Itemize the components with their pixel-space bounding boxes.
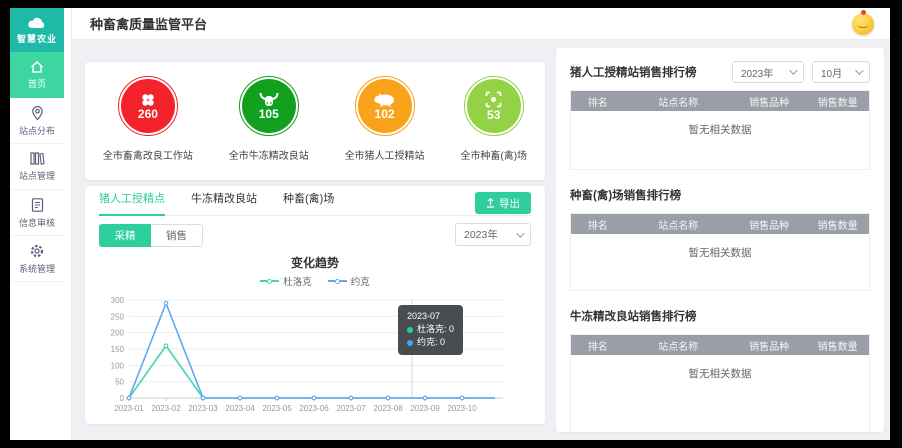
sales-mode-button[interactable]: 销售 <box>151 224 203 247</box>
pig-icon <box>374 92 395 107</box>
svg-text:2023-10: 2023-10 <box>447 404 477 413</box>
sidebar-item-label: 站点管理 <box>19 169 55 182</box>
stat-label: 全市牛冻精改良站 <box>229 147 309 162</box>
sidebar-item-site-management[interactable]: 站点管理 <box>10 144 64 190</box>
stat-label: 全市畜禽改良工作站 <box>103 147 193 162</box>
stat-value: 260 <box>138 108 158 120</box>
scan-icon <box>485 91 502 108</box>
svg-text:250: 250 <box>111 312 125 321</box>
table-header: 排名 站点名称 销售品种 销售数量 <box>571 214 869 234</box>
audit-document-icon <box>30 197 45 213</box>
stat-improvement-stations: 260 全市畜禽改良工作站 <box>103 76 193 162</box>
svg-text:2023-08: 2023-08 <box>373 404 403 413</box>
legend-york[interactable]: 约克 <box>328 274 370 288</box>
svg-text:300: 300 <box>111 296 125 305</box>
chevron-down-icon <box>855 66 863 74</box>
clover-icon <box>141 93 155 107</box>
stat-value: 53 <box>487 109 500 121</box>
sidebar-item-label: 系统管理 <box>19 262 55 275</box>
sidebar-item-system-management[interactable]: 系统管理 <box>10 236 64 282</box>
svg-text:2023-09: 2023-09 <box>410 404 440 413</box>
stat-value: 102 <box>375 108 395 120</box>
empty-state: 暂无相关数据 <box>571 355 869 440</box>
main-content: 260 全市畜禽改良工作站 105 全市牛冻精改良站 <box>72 40 890 440</box>
ranking-table: 排名 站点名称 销售品种 销售数量 暂无相关数据 <box>570 90 870 170</box>
ranking-month-select[interactable]: 10月 <box>812 61 870 83</box>
ranking-year-select[interactable]: 2023年 <box>732 61 804 83</box>
svg-text:2023-05: 2023-05 <box>262 404 292 413</box>
tab-cattle-station[interactable]: 牛冻精改良站 <box>191 190 257 215</box>
ranking-title: 种畜(禽)场销售排行榜 <box>570 187 681 203</box>
svg-text:0: 0 <box>120 394 125 403</box>
page-title: 种畜禽质量监管平台 <box>90 14 207 33</box>
trend-tabs: 猪人工授精点 牛冻精改良站 种畜(禽)场 导出 <box>99 186 531 216</box>
svg-text:200: 200 <box>111 329 125 338</box>
stat-breeding-farms: 53 全市种畜(禽)场 <box>460 76 527 162</box>
ranking-cattle-station: 牛冻精改良站销售排行榜 排名 站点名称 销售品种 销售数量 暂无相关数据 <box>570 304 870 440</box>
export-button[interactable]: 导出 <box>475 192 531 214</box>
app-window: 智慧农业 首页 站点分布 站点管理 <box>10 8 890 440</box>
svg-text:100: 100 <box>111 361 125 370</box>
trend-year-select[interactable]: 2023年 <box>455 223 531 246</box>
gear-icon <box>29 243 45 259</box>
sidebar: 智慧农业 首页 站点分布 站点管理 <box>10 8 72 440</box>
sidebar-item-home[interactable]: 首页 <box>10 52 64 98</box>
bull-icon <box>259 92 279 107</box>
ranking-breeding-farm: 种畜(禽)场销售排行榜 排名 站点名称 销售品种 销售数量 暂无相关数据 <box>570 183 870 291</box>
svg-text:2023-07: 2023-07 <box>336 404 366 413</box>
trend-card: 猪人工授精点 牛冻精改良站 种畜(禽)场 导出 采精 销售 2023年 变化趋势 <box>85 186 545 424</box>
stat-cattle-stations: 105 全市牛冻精改良站 <box>229 76 309 162</box>
svg-text:50: 50 <box>115 378 124 387</box>
logo-label: 智慧农业 <box>17 32 57 45</box>
app-logo: 智慧农业 <box>10 8 64 52</box>
svg-text:2023-01: 2023-01 <box>114 404 144 413</box>
chart-title: 变化趋势 <box>99 254 531 271</box>
rankings-card: 猪人工授精站销售排行榜 2023年 10月 排名 <box>556 48 884 432</box>
chart-legend: 杜洛克 约克 <box>99 274 531 288</box>
sidebar-item-label: 站点分布 <box>19 124 55 137</box>
sidebar-item-site-distribution[interactable]: 站点分布 <box>10 98 64 144</box>
tab-breeding-farm[interactable]: 种畜(禽)场 <box>283 190 334 215</box>
user-avatar[interactable] <box>852 13 874 35</box>
svg-text:150: 150 <box>111 345 125 354</box>
svg-text:2023-03: 2023-03 <box>188 404 218 413</box>
trend-chart[interactable]: 0 50 100 150 200 250 300 2023-01 2023-02 2023-03 2… <box>99 290 531 429</box>
line-chart-canvas[interactable]: 0 50 100 150 200 250 300 2023-01 2023-02 2023-03 2… <box>99 290 531 424</box>
empty-state: 暂无相关数据 <box>571 234 869 290</box>
table-header: 排名 站点名称 销售品种 销售数量 <box>571 91 869 111</box>
svg-text:2023-06: 2023-06 <box>299 404 329 413</box>
stat-pig-stations: 102 全市猪人工授精站 <box>345 76 425 162</box>
stat-label: 全市种畜(禽)场 <box>460 147 527 162</box>
ranking-title: 牛冻精改良站销售排行榜 <box>570 308 697 324</box>
upload-icon <box>486 198 495 208</box>
empty-state: 暂无相关数据 <box>571 111 869 169</box>
library-icon <box>29 151 45 166</box>
ranking-title: 猪人工授精站销售排行榜 <box>570 64 697 80</box>
legend-duroc[interactable]: 杜洛克 <box>260 274 312 288</box>
chevron-down-icon <box>789 66 797 74</box>
location-pin-icon <box>30 105 45 121</box>
table-header: 排名 站点名称 销售品种 销售数量 <box>571 335 869 355</box>
home-icon <box>29 60 45 74</box>
stat-value: 105 <box>259 108 279 120</box>
svg-text:2023-04: 2023-04 <box>225 404 255 413</box>
sidebar-item-label: 信息审核 <box>19 216 55 229</box>
stat-label: 全市猪人工授精站 <box>345 147 425 162</box>
header: 种畜禽质量监管平台 <box>72 8 890 40</box>
sidebar-item-info-review[interactable]: 信息审核 <box>10 190 64 236</box>
ranking-pig-ai: 猪人工授精站销售排行榜 2023年 10月 排名 <box>570 60 870 170</box>
stats-card: 260 全市畜禽改良工作站 105 全市牛冻精改良站 <box>85 62 545 180</box>
collect-mode-button[interactable]: 采精 <box>99 224 151 247</box>
ranking-table: 排名 站点名称 销售品种 销售数量 暂无相关数据 <box>570 334 870 440</box>
svg-text:2023-02: 2023-02 <box>151 404 181 413</box>
chevron-down-icon <box>516 229 524 237</box>
tab-pig-ai-point[interactable]: 猪人工授精点 <box>99 190 165 215</box>
ranking-table: 排名 站点名称 销售品种 销售数量 暂无相关数据 <box>570 213 870 291</box>
sidebar-item-label: 首页 <box>28 77 46 90</box>
cloud-logo-icon <box>26 15 48 30</box>
